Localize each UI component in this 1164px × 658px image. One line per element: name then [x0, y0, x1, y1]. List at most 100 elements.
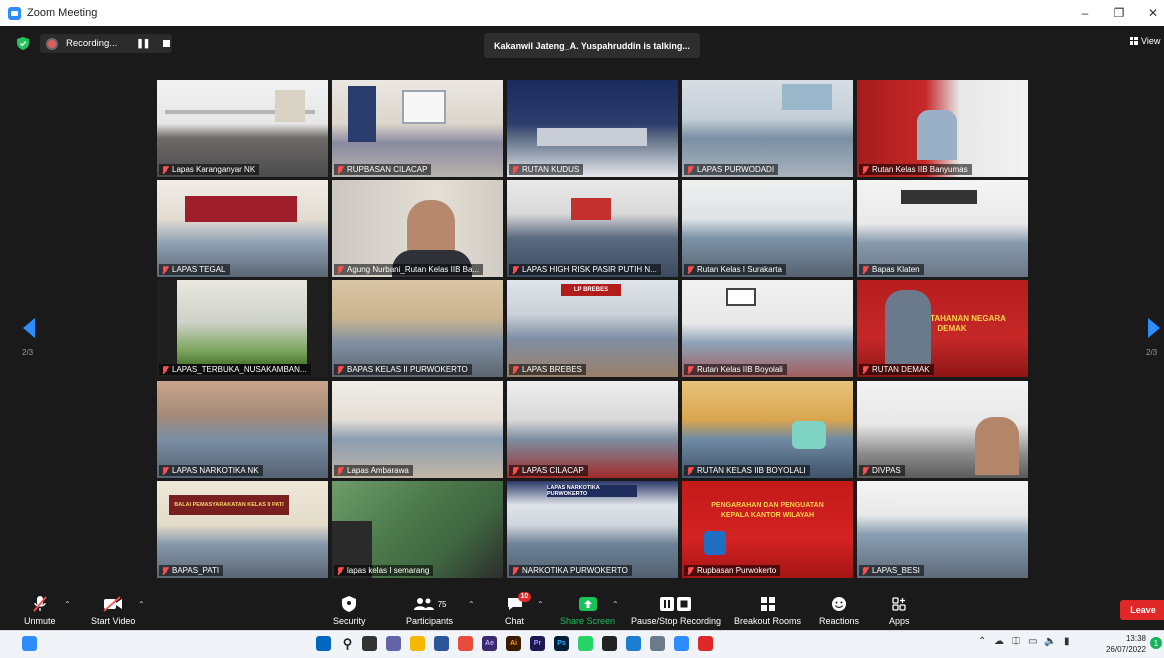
tile-label: LAPAS CILACAP [509, 465, 588, 476]
video-tile[interactable]: LP BREBES LAPAS BREBES [507, 280, 678, 377]
video-tile[interactable]: LAPAS NARKOTIKA PURWOKERTO NARKOTIKA PUR… [507, 481, 678, 578]
muted-mic-icon [162, 265, 168, 274]
breakout-rooms-button[interactable]: Breakout Rooms [734, 595, 801, 626]
stop-recording-icon[interactable] [163, 40, 171, 47]
video-tile[interactable]: LAPAS PURWODADI [682, 80, 853, 177]
photos-icon[interactable] [626, 636, 641, 651]
anydesk-icon[interactable] [698, 636, 713, 651]
start-video-button[interactable]: Start Video [91, 595, 135, 626]
participants-chevron-icon[interactable]: ⌃ [468, 600, 475, 609]
next-page-arrow-icon[interactable] [1148, 318, 1160, 338]
tile-label: NARKOTIKA PURWOKERTO [509, 565, 632, 576]
video-tile[interactable]: LAPAS HIGH RISK PASIR PUTIH N... [507, 180, 678, 277]
whatsapp-icon[interactable] [578, 636, 593, 651]
video-tile[interactable]: Rutan Kelas IIB Banyumas [857, 80, 1028, 177]
task-view-icon[interactable] [22, 636, 37, 651]
show-hidden-icons-chevron-icon[interactable]: ⌃ [978, 636, 986, 647]
illustrator-icon[interactable]: Ai [506, 636, 521, 651]
photoshop-icon[interactable]: Ps [554, 636, 569, 651]
previous-page-arrow-icon[interactable] [23, 318, 35, 338]
audio-options-chevron-icon[interactable]: ⌃ [64, 600, 71, 609]
zoom-taskbar-icon[interactable] [674, 636, 689, 651]
recording-indicator: Recording... ❚❚ [40, 34, 172, 53]
share-screen-button[interactable]: Share Screen [560, 595, 615, 626]
apps-button[interactable]: Apps [889, 595, 910, 626]
display-tray-icon[interactable]: ▭ [1028, 636, 1037, 647]
video-tile[interactable]: RUMAH TAHANAN NEGARA DEMAK RUTAN DEMAK [857, 280, 1028, 377]
battery-icon[interactable]: ▮ [1064, 636, 1070, 647]
unmute-label: Unmute [24, 616, 56, 626]
reactions-smiley-icon [832, 597, 847, 611]
microphone-tray-icon[interactable]: ⎅ [1012, 636, 1020, 647]
volume-icon[interactable]: 🔈 [1044, 636, 1056, 647]
teams-icon[interactable] [386, 636, 401, 651]
unmute-button[interactable]: Unmute [24, 595, 56, 626]
view-button[interactable]: View [1130, 36, 1160, 46]
tile-label: BAPAS_PATI [159, 565, 224, 576]
start-video-label: Start Video [91, 616, 136, 626]
close-button[interactable]: ✕ [1136, 0, 1164, 26]
minimize-button[interactable]: – [1068, 0, 1102, 26]
video-tile[interactable]: LAPAS CILACAP [507, 381, 678, 478]
bapas-pati-banner: BALAI PEMASYARAKATAN KELAS II PATI [169, 495, 289, 515]
video-tile[interactable]: LAPAS_TERBUKA_NUSAKAMBAN... [157, 280, 328, 377]
taskview-icon[interactable] [362, 636, 377, 651]
after-effects-icon[interactable]: Ae [482, 636, 497, 651]
tile-label: RUTAN KUDUS [509, 164, 584, 175]
muted-mic-icon [687, 365, 693, 374]
chat-chevron-icon[interactable]: ⌃ [537, 600, 544, 609]
store-icon[interactable] [434, 636, 449, 651]
tile-label: RUTAN DEMAK [859, 364, 934, 375]
muted-mic-icon [862, 566, 868, 575]
file-explorer-icon[interactable] [410, 636, 425, 651]
muted-mic-icon [337, 265, 343, 274]
pause-stop-recording-button[interactable]: Pause/Stop Recording [631, 595, 721, 626]
video-tile[interactable]: lapas kelas I semarang [332, 481, 503, 578]
page-indicator-left: 2/3 [22, 348, 34, 357]
recording-label: Recording... [66, 38, 118, 49]
muted-mic-icon [687, 265, 693, 274]
notification-badge[interactable]: 1 [1150, 637, 1162, 649]
chat-button[interactable]: 10 Chat [505, 592, 532, 626]
video-tile[interactable]: Lapas Ambarawa [332, 381, 503, 478]
security-button[interactable]: Security [333, 595, 366, 626]
video-tile[interactable]: BALAI PEMASYARAKATAN KELAS II PATI BAPAS… [157, 481, 328, 578]
video-tile[interactable]: RUTAN KELAS IIB BOYOLALI [682, 381, 853, 478]
video-tile[interactable]: RUTAN KUDUS [507, 80, 678, 177]
video-tile[interactable]: Rutan Kelas IIB Boyolali [682, 280, 853, 377]
participants-button[interactable]: 75 Participants [406, 595, 453, 626]
search-icon[interactable]: ⚲ [340, 636, 355, 651]
reactions-label: Reactions [819, 616, 860, 626]
muted-mic-icon [862, 466, 868, 475]
video-tile[interactable]: LAPAS_BESI [857, 481, 1028, 578]
leave-button[interactable]: Leave [1120, 600, 1164, 620]
reactions-button[interactable]: Reactions [819, 595, 859, 626]
video-tile[interactable]: LAPAS NARKOTIKA NK [157, 381, 328, 478]
windows-start-icon[interactable] [316, 636, 331, 651]
share-options-chevron-icon[interactable]: ⌃ [612, 600, 619, 609]
video-tile[interactable]: Rutan Kelas I Surakarta [682, 180, 853, 277]
restore-button[interactable]: ❐ [1102, 0, 1136, 26]
video-tile[interactable]: Agung Nurbani_Rutan Kelas IIB Ba... [332, 180, 503, 277]
tile-label: LAPAS PURWODADI [684, 164, 779, 175]
premiere-icon[interactable]: Pr [530, 636, 545, 651]
video-tile[interactable]: Bapas Klaten [857, 180, 1028, 277]
encryption-shield-icon[interactable] [17, 37, 29, 50]
security-label: Security [333, 616, 366, 626]
video-tile[interactable]: PENGARAHAN DAN PENGUATAN KEPALA KANTOR W… [682, 481, 853, 578]
video-tile[interactable]: LAPAS TEGAL [157, 180, 328, 277]
pause-recording-label: Pause/Stop Recording [631, 616, 722, 626]
video-options-chevron-icon[interactable]: ⌃ [138, 600, 145, 609]
pause-recording-icon[interactable]: ❚❚ [136, 38, 150, 49]
video-tile[interactable]: RUPBASAN CILACAP [332, 80, 503, 177]
chrome-icon[interactable] [458, 636, 473, 651]
media-icon[interactable] [602, 636, 617, 651]
video-tile[interactable]: DIVPAS [857, 381, 1028, 478]
taskbar-clock[interactable]: 13:38 26/07/2022 [1096, 633, 1146, 655]
video-tile[interactable]: BAPAS KELAS II PURWOKERTO [332, 280, 503, 377]
page-indicator-right: 2/3 [1146, 348, 1158, 357]
video-tile[interactable]: Lapas Karanganyar NK [157, 80, 328, 177]
network-status-icon[interactable]: ☁ [994, 636, 1004, 647]
tile-label: RUPBASAN CILACAP [334, 164, 432, 175]
settings-gear-icon[interactable] [650, 636, 665, 651]
